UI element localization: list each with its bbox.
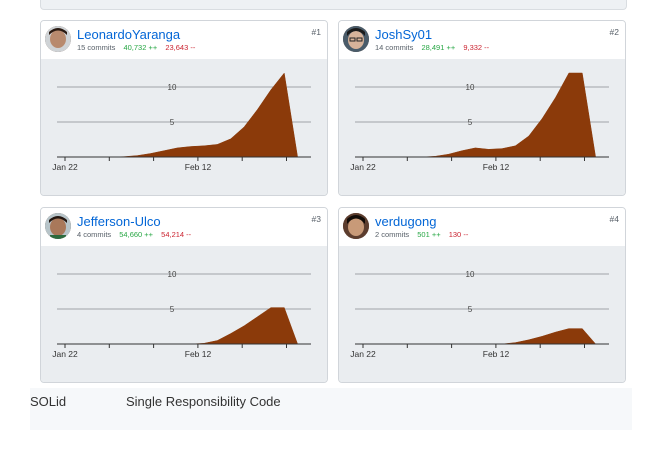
- y-tick-label: 10: [168, 83, 177, 92]
- contributor-card: JoshSy01 14 commits 28,491 ++ 9,332 -- #…: [338, 20, 626, 196]
- avatar[interactable]: [343, 26, 369, 52]
- contribution-chart-svg: 10 5 Jan 22 Feb 12: [52, 72, 311, 172]
- avatar[interactable]: [45, 26, 71, 52]
- x-tick-label: Feb 12: [185, 162, 212, 172]
- contribution-chart: 10 5 Jan 22 Feb 12: [339, 246, 625, 382]
- y-tick-label: 5: [468, 305, 473, 314]
- username-link[interactable]: verdugong: [375, 214, 436, 229]
- contribution-chart-svg: 10 5 Jan 22 Feb 12: [350, 72, 609, 172]
- rank-label: #1: [311, 27, 321, 37]
- avatar-2-icon: [343, 26, 369, 52]
- commit-count[interactable]: 2 commits: [375, 230, 409, 239]
- x-tick-label: Jan 22: [52, 162, 78, 172]
- contributor-card: LeonardoYaranga 15 commits 40,732 ++ 23,…: [40, 20, 328, 196]
- contributor-header: LeonardoYaranga 15 commits 40,732 ++ 23,…: [41, 21, 327, 60]
- avatar-3-icon: [45, 213, 71, 239]
- contributor-header: verdugong 2 commits 501 ++ 130 -- #4: [339, 208, 625, 247]
- commit-count[interactable]: 4 commits: [77, 230, 111, 239]
- additions-count: 501 ++: [417, 230, 441, 239]
- additions-count: 54,660 ++: [119, 230, 154, 239]
- x-tick-label: Jan 22: [350, 162, 376, 172]
- y-tick-label: 5: [468, 118, 473, 127]
- contributor-card: verdugong 2 commits 501 ++ 130 -- #4 10 5…: [338, 207, 626, 383]
- y-tick-label: 10: [168, 270, 177, 279]
- rank-label: #3: [311, 214, 321, 224]
- contribution-chart: 10 5 Jan 22 Feb 12: [339, 59, 625, 195]
- rank-label: #4: [609, 214, 619, 224]
- deletions-count: 23,643 --: [165, 43, 196, 52]
- x-tick-label: Jan 22: [52, 349, 78, 359]
- avatar-4-icon: [343, 213, 369, 239]
- username-link[interactable]: LeonardoYaranga: [77, 27, 180, 42]
- avatar-1-icon: [45, 26, 71, 52]
- contribution-chart-svg: 10 5 Jan 22 Feb 12: [350, 270, 609, 359]
- x-tick-label: Feb 12: [483, 349, 510, 359]
- contributor-header: Jefferson-Ulco 4 commits 54,660 ++ 54,21…: [41, 208, 327, 247]
- contribution-area: [57, 307, 311, 345]
- table-cell-description: Single Responsibility Code: [126, 394, 281, 409]
- commit-count[interactable]: 15 commits: [77, 43, 115, 52]
- y-tick-label: 10: [466, 83, 475, 92]
- x-tick-label: Jan 22: [350, 349, 376, 359]
- commit-stats: 4 commits 54,660 ++ 54,214 --: [77, 230, 191, 239]
- rank-label: #2: [609, 27, 619, 37]
- x-tick-label: Feb 12: [185, 349, 212, 359]
- contributor-header: JoshSy01 14 commits 28,491 ++ 9,332 -- #…: [339, 21, 625, 60]
- y-tick-label: 5: [170, 118, 175, 127]
- contribution-area: [355, 328, 609, 345]
- commit-count[interactable]: 14 commits: [375, 43, 413, 52]
- username-link[interactable]: JoshSy01: [375, 27, 432, 42]
- contributor-card: Jefferson-Ulco 4 commits 54,660 ++ 54,21…: [40, 207, 328, 383]
- x-tick-label: Feb 12: [483, 162, 510, 172]
- commit-stats: 15 commits 40,732 ++ 23,643 --: [77, 43, 195, 52]
- commit-stats: 14 commits 28,491 ++ 9,332 --: [375, 43, 489, 52]
- deletions-count: 9,332 --: [463, 43, 490, 52]
- contribution-chart: 10 5 Jan 22 Feb 12: [41, 246, 327, 382]
- username-link[interactable]: Jefferson-Ulco: [77, 214, 161, 229]
- contribution-area: [57, 72, 311, 158]
- previous-panel-edge: [40, 0, 627, 10]
- avatar[interactable]: [45, 213, 71, 239]
- contribution-area: [355, 72, 609, 158]
- table-row: SOLid Single Responsibility Code: [30, 388, 632, 430]
- y-tick-label: 5: [170, 305, 175, 314]
- deletions-count: 54,214 --: [161, 230, 192, 239]
- additions-count: 28,491 ++: [421, 43, 456, 52]
- contribution-chart: 10 5 Jan 22 Feb 12: [41, 59, 327, 195]
- deletions-count: 130 --: [448, 230, 469, 239]
- contribution-chart-svg: 10 5 Jan 22 Feb 12: [52, 270, 311, 359]
- y-tick-label: 10: [466, 270, 475, 279]
- avatar[interactable]: [343, 213, 369, 239]
- table-cell-name: SOLid: [30, 394, 67, 409]
- additions-count: 40,732 ++: [123, 43, 158, 52]
- commit-stats: 2 commits 501 ++ 130 --: [375, 230, 468, 239]
